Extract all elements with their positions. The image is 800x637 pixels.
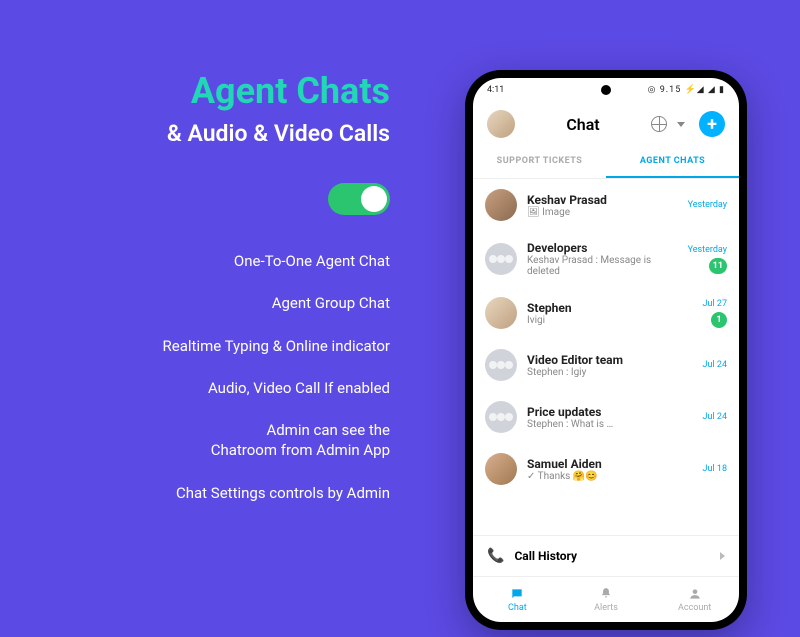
chat-time: Yesterday	[688, 245, 727, 255]
chat-name: Keshav Prasad	[527, 193, 678, 207]
group-avatar-icon	[485, 243, 517, 275]
chat-row[interactable]: Samuel Aiden ✓ Thanks 🤗😊 Jul 18	[473, 443, 739, 495]
chat-name: Price updates	[527, 405, 693, 419]
add-button[interactable]: +	[699, 111, 725, 137]
tab-agent-chats[interactable]: AGENT CHATS	[606, 146, 739, 178]
chat-subtext: ✓ Thanks 🤗😊	[527, 471, 693, 482]
chat-time: Jul 27	[703, 299, 727, 309]
unread-badge: 1	[711, 312, 727, 328]
tabs: SUPPORT TICKETS AGENT CHATS	[473, 146, 739, 179]
group-avatar-icon	[485, 401, 517, 433]
page-title: Chat	[523, 115, 643, 134]
chat-name: Video Editor team	[527, 353, 693, 367]
chat-time: Jul 24	[703, 360, 727, 370]
bell-icon	[598, 587, 614, 601]
hero-panel: Agent Chats & Audio & Video Calls One-To…	[0, 70, 430, 503]
feature-item: Admin can see the Chatroom from Admin Ap…	[211, 420, 390, 461]
chat-subtext: 🖼 Image	[527, 207, 678, 218]
avatar	[485, 297, 517, 329]
status-time: 4:11	[487, 85, 504, 95]
chat-row[interactable]: Developers Keshav Prasad : Message is de…	[473, 231, 739, 287]
chat-row[interactable]: Keshav Prasad 🖼 Image Yesterday	[473, 179, 739, 231]
chat-time: Jul 18	[703, 464, 727, 474]
feature-list: One-To-One Agent Chat Agent Group Chat R…	[163, 251, 390, 503]
globe-icon[interactable]	[651, 116, 667, 132]
status-bar: 4:11 ◎ 9.15 ⚡◢ ◢ ▮	[473, 78, 739, 102]
feature-toggle[interactable]	[328, 183, 390, 215]
app-header: Chat +	[473, 102, 739, 146]
avatar	[485, 453, 517, 485]
phone-mockup: 4:11 ◎ 9.15 ⚡◢ ◢ ▮ Chat + SUPPORT TICKET…	[465, 70, 747, 630]
nav-chat[interactable]: Chat	[473, 577, 562, 622]
group-avatar-icon	[485, 349, 517, 381]
chat-row[interactable]: Video Editor team Stephen : Igiy Jul 24	[473, 339, 739, 391]
chevron-right-icon	[720, 552, 725, 560]
user-avatar[interactable]	[487, 110, 515, 138]
chat-subtext: Keshav Prasad : Message is deleted	[527, 255, 678, 277]
hero-subtitle: & Audio & Video Calls	[167, 120, 390, 147]
user-icon	[687, 587, 703, 601]
nav-label: Chat	[508, 603, 527, 613]
feature-item: Chat Settings controls by Admin	[176, 483, 390, 503]
avatar	[485, 189, 517, 221]
feature-item: Audio, Video Call If enabled	[208, 378, 390, 398]
chat-icon	[509, 587, 525, 601]
phone-screen: 4:11 ◎ 9.15 ⚡◢ ◢ ▮ Chat + SUPPORT TICKET…	[473, 78, 739, 622]
chat-subtext: Ivigi	[527, 315, 693, 326]
phone-icon: 📞	[487, 548, 504, 564]
feature-item: Realtime Typing & Online indicator	[163, 336, 390, 356]
unread-badge: 11	[709, 258, 727, 274]
chat-name: Stephen	[527, 301, 693, 315]
chat-row[interactable]: Price updates Stephen : What is … Jul 24	[473, 391, 739, 443]
chat-row[interactable]: Stephen Ivigi Jul 27 1	[473, 287, 739, 339]
chat-name: Developers	[527, 241, 678, 255]
feature-item: One-To-One Agent Chat	[234, 251, 390, 271]
hero-title: Agent Chats	[191, 70, 390, 112]
call-history-button[interactable]: 📞 Call History	[473, 535, 739, 576]
call-history-label: Call History	[514, 549, 710, 563]
chat-subtext: Stephen : Igiy	[527, 367, 693, 378]
nav-alerts[interactable]: Alerts	[562, 577, 651, 622]
chat-time: Jul 24	[703, 412, 727, 422]
nav-account[interactable]: Account	[650, 577, 739, 622]
chat-name: Samuel Aiden	[527, 457, 693, 471]
chat-time: Yesterday	[688, 200, 727, 210]
status-icons: ◎ 9.15 ⚡◢ ◢ ▮	[648, 85, 725, 95]
bottom-nav: Chat Alerts Account	[473, 576, 739, 622]
chat-list[interactable]: Keshav Prasad 🖼 Image Yesterday Develope…	[473, 179, 739, 535]
nav-label: Alerts	[594, 603, 618, 613]
tab-support-tickets[interactable]: SUPPORT TICKETS	[473, 146, 606, 178]
feature-item: Agent Group Chat	[272, 293, 390, 313]
nav-label: Account	[678, 603, 711, 613]
chevron-down-icon[interactable]	[677, 122, 685, 127]
chat-subtext: Stephen : What is …	[527, 419, 693, 430]
